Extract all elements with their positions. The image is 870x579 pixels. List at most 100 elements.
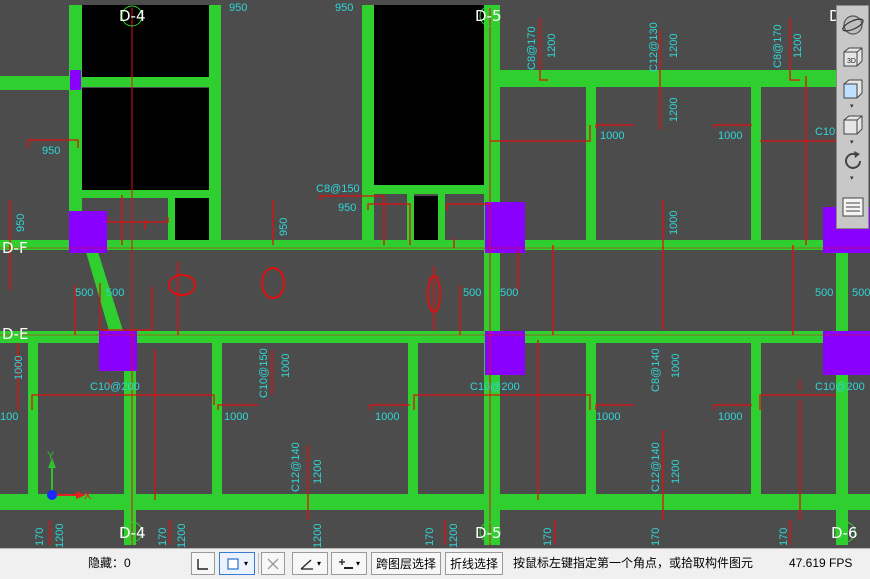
axis-label-d4-top: D-4 xyxy=(119,7,146,25)
rotate-icon[interactable] xyxy=(840,148,866,174)
beam xyxy=(372,185,492,194)
dimension-text: 1200 xyxy=(312,459,324,484)
opening xyxy=(82,5,210,77)
dimension-text: 1200 xyxy=(54,523,66,548)
column xyxy=(70,70,81,90)
column xyxy=(485,202,525,253)
dimension-text: 170 xyxy=(542,527,554,546)
box-view-icon[interactable] xyxy=(840,112,866,138)
ortho-icon xyxy=(197,558,208,570)
beam xyxy=(168,196,175,242)
chevron-down-icon[interactable]: ▾ xyxy=(850,103,858,110)
dimension-text: 1000 xyxy=(668,210,680,235)
angle-snap-dropdown[interactable]: ▾ xyxy=(292,552,328,575)
dimension-text: 170 xyxy=(424,527,436,546)
rebar-spec-text: C8@140 xyxy=(650,348,662,392)
beam xyxy=(80,190,212,198)
dimension-text: 1000 xyxy=(224,411,249,423)
dimension-text: 1000 xyxy=(670,353,682,378)
openings xyxy=(82,5,484,240)
opening xyxy=(82,88,210,190)
plan-view-icon[interactable] xyxy=(840,76,866,102)
beam xyxy=(28,343,38,495)
dimension-text: 1200 xyxy=(668,97,680,122)
angle-icon xyxy=(300,559,313,570)
dimension-text: 950 xyxy=(338,202,357,214)
dimension-text: 500 xyxy=(852,287,870,299)
dimension-text: 1000 xyxy=(718,411,743,423)
3d-view-icon[interactable]: 3D xyxy=(840,44,866,70)
ucs-icon xyxy=(47,458,86,500)
beam xyxy=(80,77,212,87)
opening xyxy=(374,5,484,185)
dimension-text: 950 xyxy=(335,2,354,14)
dimension-text: 500 xyxy=(815,287,834,299)
rebar-spec-text: C10@200 xyxy=(815,381,865,393)
cad-application: D-4 D-5 D- D-F D-E D-4 D-5 D-6 950 950 9… xyxy=(0,0,870,579)
beam xyxy=(751,343,761,495)
selection-box-icon xyxy=(227,557,239,570)
status-bar: 隐藏：0 ▾ ▾ ▾ 跨图层选择 折线选择 按鼠标左键指定第一个角点，或拾取构件… xyxy=(0,548,870,579)
dimension-text: 170 xyxy=(157,527,169,546)
axis-label-d5-top: D-5 xyxy=(475,7,502,25)
dimension-text: 500 xyxy=(106,287,125,299)
opening xyxy=(414,196,438,240)
hidden-count: 隐藏：0 xyxy=(88,556,131,570)
separator xyxy=(258,553,259,574)
chevron-down-icon[interactable]: ▾ xyxy=(850,139,858,146)
orthogonal-toggle[interactable] xyxy=(191,552,215,575)
dimension-text: 100 xyxy=(0,411,19,423)
polyline-select-button[interactable]: 折线选择 xyxy=(445,552,504,575)
offset-dropdown[interactable]: ▾ xyxy=(331,552,367,575)
dimension-text: 1200 xyxy=(668,33,680,58)
dimension-text: 1000 xyxy=(280,353,292,378)
beam xyxy=(0,76,80,90)
beam xyxy=(751,87,761,242)
dimension-text: 950 xyxy=(278,217,290,236)
structural-plan-drawing[interactable] xyxy=(0,0,870,548)
dimension-text: 1200 xyxy=(670,459,682,484)
cube-label: 3D xyxy=(847,58,856,65)
rebar-spec-text: C8@170 xyxy=(772,24,784,68)
clear-button[interactable] xyxy=(261,552,285,575)
dimension-text: 1200 xyxy=(176,523,188,548)
close-icon xyxy=(267,558,279,569)
dimension-text: 1200 xyxy=(448,523,460,548)
beam xyxy=(0,240,870,250)
layer-panel-icon[interactable] xyxy=(840,194,866,220)
rebar-spec-text: C10@200 xyxy=(470,381,520,393)
dimension-text: 1000 xyxy=(718,130,743,142)
dimension-text: 1200 xyxy=(546,33,558,58)
beam xyxy=(496,70,836,87)
column xyxy=(99,331,137,371)
cross-layer-select-button[interactable]: 跨图层选择 xyxy=(371,552,442,575)
chevron-down-icon[interactable]: ▾ xyxy=(850,175,858,182)
beam xyxy=(586,343,596,495)
beam xyxy=(209,5,221,245)
dimension-text: 1000 xyxy=(600,130,625,142)
dimension-text: 500 xyxy=(75,287,94,299)
command-prompt: 按鼠标左键指定第一个角点，或拾取构件图元 xyxy=(513,556,754,570)
axis-label-d5-bottom: D-5 xyxy=(475,524,502,542)
dimension-text: 1000 xyxy=(13,355,25,380)
dimension-text: 1000 xyxy=(596,411,621,423)
axis-label-df: D-F xyxy=(2,239,28,257)
rebar-markers xyxy=(168,267,441,313)
dimension-text: 1200 xyxy=(312,523,324,548)
view-toolbar: 3D ▾ ▾ ▾ xyxy=(836,5,869,229)
select-mode-dropdown[interactable]: ▾ xyxy=(219,552,255,575)
dimension-text: 170 xyxy=(778,527,790,546)
chevron-down-icon: ▾ xyxy=(243,559,248,568)
chevron-down-icon: ▾ xyxy=(355,559,360,568)
column xyxy=(485,331,525,375)
orbit-icon[interactable] xyxy=(840,12,866,38)
drawing-viewport[interactable]: D-4 D-5 D- D-F D-E D-4 D-5 D-6 950 950 9… xyxy=(0,0,870,548)
dimension-text: 950 xyxy=(15,213,27,232)
beam xyxy=(586,87,596,242)
axis-label-d4-bottom: D-4 xyxy=(119,524,146,542)
fps-readout: 47.619 FPS xyxy=(789,556,853,570)
dimension-text: 500 xyxy=(463,287,482,299)
rebar-spec-text: C10@200 xyxy=(90,381,140,393)
rebar-spec-text: C10@150 xyxy=(258,348,270,398)
rebar-spec-text: C8@170 xyxy=(526,26,538,70)
